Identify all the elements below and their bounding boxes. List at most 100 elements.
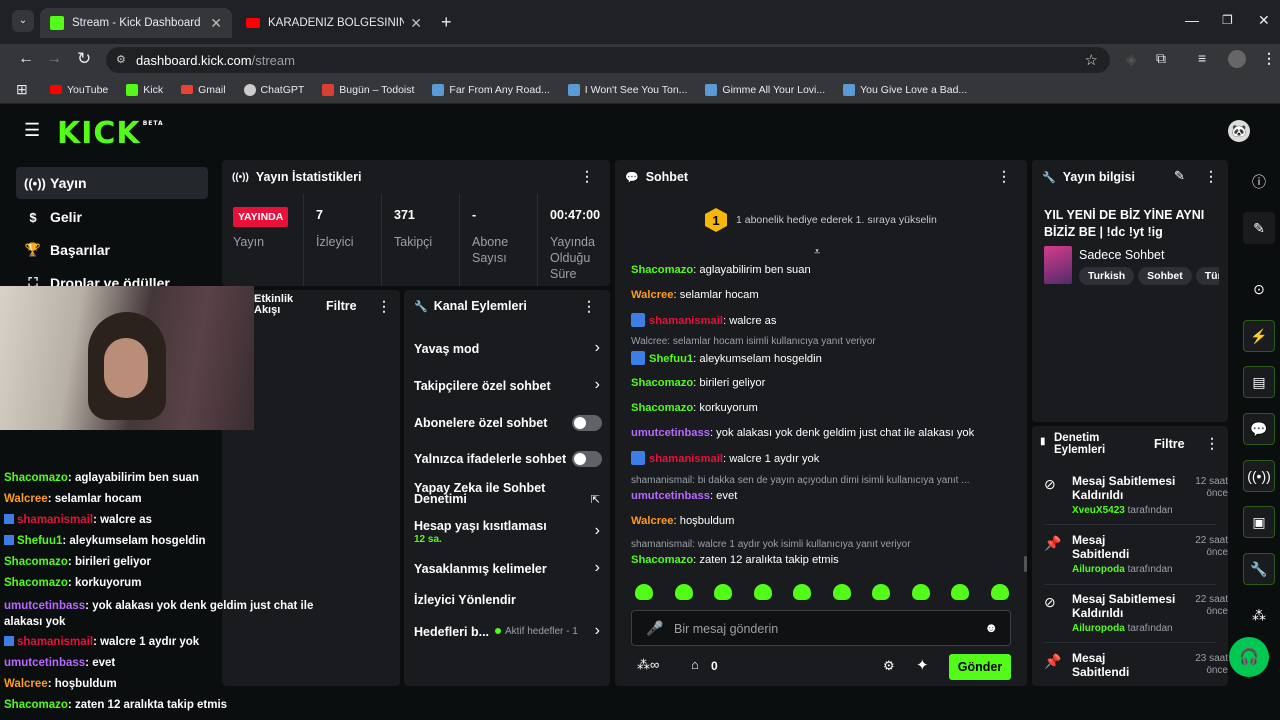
support-headset-icon[interactable]: 🎧 xyxy=(1229,637,1269,677)
chat-username[interactable]: Walcree xyxy=(631,515,674,527)
bookmark-gmail[interactable]: Gmail xyxy=(181,84,226,96)
restore-button[interactable]: ❐ xyxy=(1222,13,1233,27)
ai-moderation-row[interactable]: Yapay Zeka ile Sohbet Denetimi xyxy=(414,482,574,506)
chevron-right-icon[interactable]: › xyxy=(595,559,600,577)
media-control-icon[interactable]: ≡ xyxy=(1198,50,1206,66)
tag-chip[interactable]: Turkish xyxy=(1079,267,1135,285)
category-name[interactable]: Sadece Sohbet xyxy=(1079,248,1165,262)
subs-only-toggle[interactable] xyxy=(572,415,602,431)
emote-icon[interactable] xyxy=(635,584,653,600)
emote-icon[interactable] xyxy=(793,584,811,600)
hamburger-menu-icon[interactable]: ☰ xyxy=(24,120,40,141)
browser-menu-icon[interactable]: ⋮ xyxy=(1262,50,1276,67)
category-thumbnail[interactable] xyxy=(1044,246,1072,284)
emote-icon[interactable] xyxy=(990,584,1009,600)
chat-username[interactable]: Walcree xyxy=(631,289,674,301)
profile-avatar[interactable] xyxy=(1228,50,1246,68)
chat-menu-icon[interactable]: ⋮ xyxy=(997,168,1011,185)
moderation-filter-button[interactable]: Filtre xyxy=(1154,437,1185,451)
collapse-pinned-icon[interactable]: ⩡ xyxy=(814,246,820,259)
chat-scrollbar[interactable] xyxy=(1024,556,1027,572)
chat-username[interactable]: shamanismail xyxy=(649,315,723,327)
emote-icon[interactable] xyxy=(832,584,851,600)
sidebar-item-achievements[interactable]: 🏆 Başarılar xyxy=(16,234,208,266)
chevron-right-icon[interactable]: › xyxy=(595,622,600,640)
chat-username[interactable]: Shacomazo xyxy=(631,402,693,414)
moderator-name[interactable]: Ailuropoda xyxy=(1072,564,1125,575)
store-icon[interactable]: ⌂ xyxy=(691,657,699,672)
microphone-icon[interactable]: 🎤 xyxy=(646,620,663,637)
bookmark-song-1[interactable]: Far From Any Road... xyxy=(432,83,550,96)
sidebar-item-revenue[interactable]: $ Gelir xyxy=(16,201,208,233)
chat-settings-gear-icon[interactable]: ⚙ xyxy=(883,658,895,674)
chevron-right-icon[interactable]: › xyxy=(595,522,600,540)
reload-icon[interactable]: ↻ xyxy=(77,49,91,69)
bookmark-kick[interactable]: Kick xyxy=(126,83,163,96)
emote-icon[interactable] xyxy=(872,584,890,600)
banned-words-row[interactable]: Yasaklanmış kelimeler xyxy=(414,562,604,576)
puzzle-icon[interactable]: ⁂ xyxy=(1243,599,1275,631)
apps-grid-icon[interactable]: ⊞ xyxy=(16,81,28,98)
followers-only-row[interactable]: Takipçilere özel sohbet xyxy=(414,379,604,393)
age-restriction-row[interactable]: Hesap yaşı kısıtlaması 12 sa. xyxy=(414,519,604,545)
broadcast-icon[interactable]: ((•)) xyxy=(1243,460,1275,492)
bookmark-youtube[interactable]: YouTube xyxy=(50,84,108,96)
kick-logo[interactable]: KICK BETA xyxy=(57,116,164,151)
extension-icon[interactable]: ◈ xyxy=(1126,51,1137,68)
tag-chip[interactable]: Türk xyxy=(1195,267,1219,285)
bookmark-song-3[interactable]: Gimme All Your Lovi... xyxy=(705,83,825,96)
new-tab-button[interactable]: + xyxy=(441,12,452,33)
channel-points-icon[interactable]: ⁂∞ xyxy=(637,657,659,673)
activity-filter-button[interactable]: Filtre xyxy=(326,299,357,313)
sidebar-item-stream[interactable]: ((•)) Yayın xyxy=(16,167,208,199)
chat-username[interactable]: umutcetinbass xyxy=(631,427,710,439)
emoji-picker-icon[interactable]: ☻ xyxy=(984,620,998,635)
activity-menu-icon[interactable]: ⋮ xyxy=(377,298,391,315)
chat-username[interactable]: umutcetinbass xyxy=(631,490,710,502)
emotes-only-toggle[interactable] xyxy=(572,451,602,467)
close-tab-icon[interactable]: ✕ xyxy=(410,15,422,32)
stats-menu-icon[interactable]: ⋮ xyxy=(580,168,594,185)
chat-username[interactable]: Shacomazo xyxy=(631,377,693,389)
chat-username[interactable]: Shacomazo xyxy=(631,264,693,276)
moderation-item[interactable]: ⊘ Mesaj Sabitlemesi Kaldırıldı 22 saat ö… xyxy=(1044,592,1228,646)
site-info-icon[interactable]: ⚙ xyxy=(116,53,126,66)
lightning-icon[interactable]: ⚡ xyxy=(1243,320,1275,352)
emote-icon[interactable] xyxy=(753,584,772,600)
tab-search-button[interactable]: ⌄ xyxy=(12,10,34,32)
bookmark-song-2[interactable]: I Won't See You Ton... xyxy=(567,83,687,96)
moderator-name[interactable]: Ailuropoda xyxy=(1072,623,1125,634)
slow-mode-row[interactable]: Yavaş mod xyxy=(414,342,604,356)
tools-icon[interactable]: 🔧 xyxy=(1243,553,1275,585)
close-window-button[interactable]: ✕ xyxy=(1258,12,1270,29)
chat-username[interactable]: Shefuu1 xyxy=(649,353,693,365)
external-link-icon[interactable]: ⇱ xyxy=(591,493,600,506)
minimize-button[interactable]: — xyxy=(1185,12,1199,28)
address-bar[interactable]: ⚙ dashboard.kick.com/stream ☆ xyxy=(106,47,1110,73)
moderation-item[interactable]: 📌 Mesaj Sabitlendi 22 saat önce Ailuropo… xyxy=(1044,533,1228,587)
info-icon[interactable]: ⓘ xyxy=(1243,166,1275,198)
chat-input[interactable]: 🎤 Bir mesaj gönderin ☻ xyxy=(631,610,1011,646)
forward-icon[interactable]: → xyxy=(46,50,62,68)
chevron-right-icon[interactable]: › xyxy=(595,376,600,394)
edit-icon[interactable]: ✎ xyxy=(1243,212,1275,244)
chat-username[interactable]: shamanismail xyxy=(649,453,723,465)
tag-chip[interactable]: Sohbet xyxy=(1138,267,1192,285)
back-icon[interactable]: ← xyxy=(18,50,34,68)
moderation-item[interactable]: 📌 Mesaj Sabitlendi 23 saat önce xyxy=(1044,651,1228,686)
channel-actions-menu-icon[interactable]: ⋮ xyxy=(582,298,596,315)
extensions-puzzle-icon[interactable]: ⧉ xyxy=(1156,50,1166,67)
chat-icon[interactable]: 💬 xyxy=(1243,413,1275,445)
goals-row[interactable]: Hedefleri b... xyxy=(414,625,494,639)
bookmark-song-4[interactable]: You Give Love a Bad... xyxy=(843,83,967,96)
layout-icon[interactable]: ▣ xyxy=(1243,506,1275,538)
chevron-right-icon[interactable]: › xyxy=(595,339,600,357)
bookmark-todoist[interactable]: Bugün – Todoist xyxy=(322,83,414,96)
moderation-menu-icon[interactable]: ⋮ xyxy=(1205,435,1219,452)
chat-username[interactable]: Shacomazo xyxy=(631,554,693,566)
camera-icon[interactable]: ⊙ xyxy=(1243,273,1275,305)
emote-icon[interactable] xyxy=(911,584,930,600)
edit-pencil-icon[interactable]: ✎ xyxy=(1174,168,1185,184)
redirect-row[interactable]: İzleyici Yönlendir xyxy=(414,593,604,607)
tab-youtube[interactable]: KARADENİZ BÖLGESİNİN EN Ç ✕ xyxy=(236,8,432,38)
